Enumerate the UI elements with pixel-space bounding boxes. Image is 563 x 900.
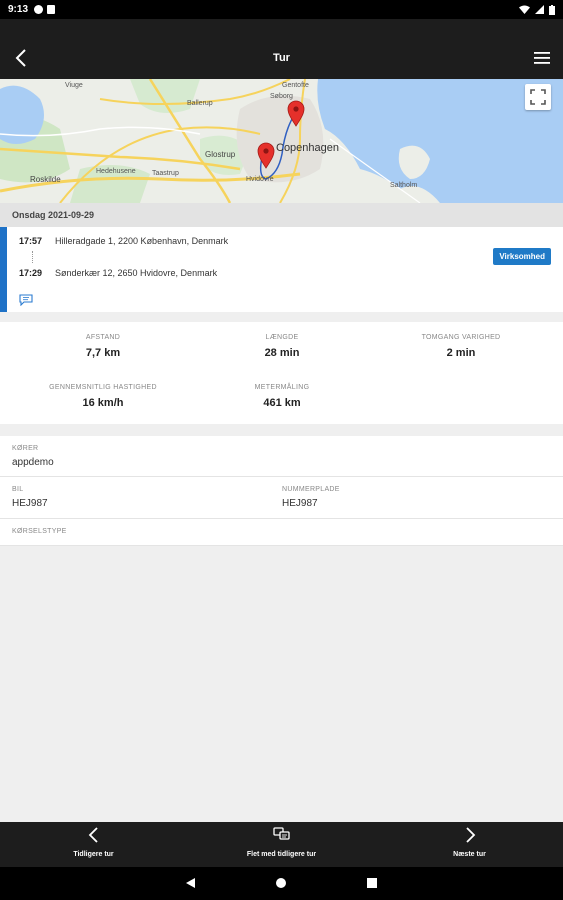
fullscreen-button[interactable] <box>525 84 551 110</box>
map-label-hedehusene: Hedehusene <box>96 168 136 175</box>
comment-icon[interactable] <box>19 294 33 306</box>
trip-type-badge[interactable]: Virksomhed <box>493 248 551 265</box>
detail-driver-label: KØRER <box>12 445 39 452</box>
map-label-gentofte: Gentofte <box>282 82 309 89</box>
next-trip-button[interactable]: Næste tur <box>376 822 563 867</box>
detail-driver: KØRER appdemo <box>12 445 54 468</box>
detail-row-car[interactable]: BIL HEJ987 NUMMERPLADE HEJ987 <box>0 477 563 519</box>
stat-idle-label: TOMGANG VARIGHED <box>421 334 501 341</box>
bottom-nav: Tidligere tur Flet med tidligere tur Næs… <box>0 822 563 867</box>
stat-avg-speed-label: GENNEMSNITLIG HASTIGHED <box>49 384 157 391</box>
status-bar: 9:13 <box>0 0 563 19</box>
map-label-hvidovre: Hvidovre <box>246 176 274 183</box>
map-label-saltholm: Saltholm <box>390 182 417 189</box>
detail-row-trip-type[interactable]: KØRSELSTYPE <box>0 519 563 546</box>
trip-details: KØRER appdemo BIL HEJ987 NUMMERPLADE HEJ… <box>0 436 563 546</box>
chevron-right-icon <box>465 827 475 843</box>
map-label-viuge: Viuge <box>65 82 83 89</box>
page-title: Tur <box>273 52 290 64</box>
wifi-icon <box>519 5 530 14</box>
system-nav-bar <box>0 867 563 900</box>
detail-plate: NUMMERPLADE HEJ987 <box>282 486 340 509</box>
stat-distance-label: AFSTAND <box>85 334 121 341</box>
trip-end-row: 17:29 Sønderkær 12, 2650 Hvidovre, Denma… <box>19 268 217 278</box>
map-label-taastrup: Taastrup <box>152 170 179 177</box>
home-circle-icon[interactable] <box>275 877 287 889</box>
stat-idle-value: 2 min <box>446 347 476 359</box>
stat-duration: LÆNGDE 28 min <box>188 334 376 359</box>
stat-idle: TOMGANG VARIGHED 2 min <box>367 334 555 359</box>
notification-icon <box>34 5 44 14</box>
detail-plate-label: NUMMERPLADE <box>282 486 340 493</box>
trip-stats: AFSTAND 7,7 km LÆNGDE 28 min TOMGANG VAR… <box>0 322 563 424</box>
trip-map[interactable]: Roskilde Glostrup Hvidovre Saltholm Hede… <box>0 79 563 203</box>
detail-trip-type-label: KØRSELSTYPE <box>12 528 67 535</box>
detail-row-driver[interactable]: KØRER appdemo <box>0 436 563 477</box>
back-triangle-icon[interactable] <box>184 877 196 889</box>
trip-end-time: 17:29 <box>19 268 43 278</box>
stat-odometer-label: METERMÅLING <box>254 384 310 391</box>
app-bar: Tur <box>0 19 563 79</box>
merge-trip-button[interactable]: Flet med tidligere tur <box>188 822 375 867</box>
previous-trip-label: Tidligere tur <box>73 851 114 858</box>
battery-icon <box>549 4 555 15</box>
trip-start-row: 17:57 Hilleradgade 1, 2200 København, De… <box>19 236 228 246</box>
trip-end-address: Sønderkær 12, 2650 Hvidovre, Denmark <box>55 268 218 278</box>
notification-icon <box>47 5 56 14</box>
merge-trip-label: Flet med tidligere tur <box>246 851 317 858</box>
signal-icon <box>535 5 544 14</box>
detail-plate-value: HEJ987 <box>282 498 318 509</box>
stat-odometer: METERMÅLING 461 km <box>188 384 376 409</box>
hamburger-icon[interactable] <box>533 50 551 66</box>
next-trip-label: Næste tur <box>453 851 486 858</box>
chevron-left-icon <box>88 827 98 843</box>
status-time: 9:13 <box>8 4 29 15</box>
stat-distance: AFSTAND 7,7 km <box>9 334 197 359</box>
detail-car: BIL HEJ987 <box>12 486 48 509</box>
map-label-soborg: Søborg <box>270 93 293 100</box>
stat-distance-value: 7,7 km <box>85 347 121 359</box>
trip-card[interactable]: 17:57 Hilleradgade 1, 2200 København, De… <box>0 227 563 312</box>
stat-duration-value: 28 min <box>264 347 300 359</box>
detail-car-label: BIL <box>12 486 24 493</box>
trip-start-time: 17:57 <box>19 236 43 246</box>
map-label-ballerup: Ballerup <box>187 100 213 107</box>
detail-car-value: HEJ987 <box>12 498 48 509</box>
detail-trip-type: KØRSELSTYPE <box>12 528 67 535</box>
map-label-glostrup: Glostrup <box>205 150 236 159</box>
merge-icon <box>272 827 290 840</box>
trip-connector <box>32 251 33 263</box>
previous-trip-button[interactable]: Tidligere tur <box>0 822 187 867</box>
trip-start-address: Hilleradgade 1, 2200 København, Denmark <box>55 236 229 246</box>
trip-date: Onsdag 2021-09-29 <box>0 203 563 227</box>
recents-square-icon[interactable] <box>366 877 378 889</box>
detail-driver-value: appdemo <box>12 457 54 468</box>
stat-odometer-value: 461 km <box>263 397 301 409</box>
stat-duration-label: LÆNGDE <box>265 334 299 341</box>
map-label-roskilde: Roskilde <box>30 175 61 184</box>
stat-avg-speed: GENNEMSNITLIG HASTIGHED 16 km/h <box>9 384 197 409</box>
fullscreen-icon <box>530 89 546 105</box>
map-label-city: Copenhagen <box>276 142 339 154</box>
stat-avg-speed-value: 16 km/h <box>82 397 124 409</box>
